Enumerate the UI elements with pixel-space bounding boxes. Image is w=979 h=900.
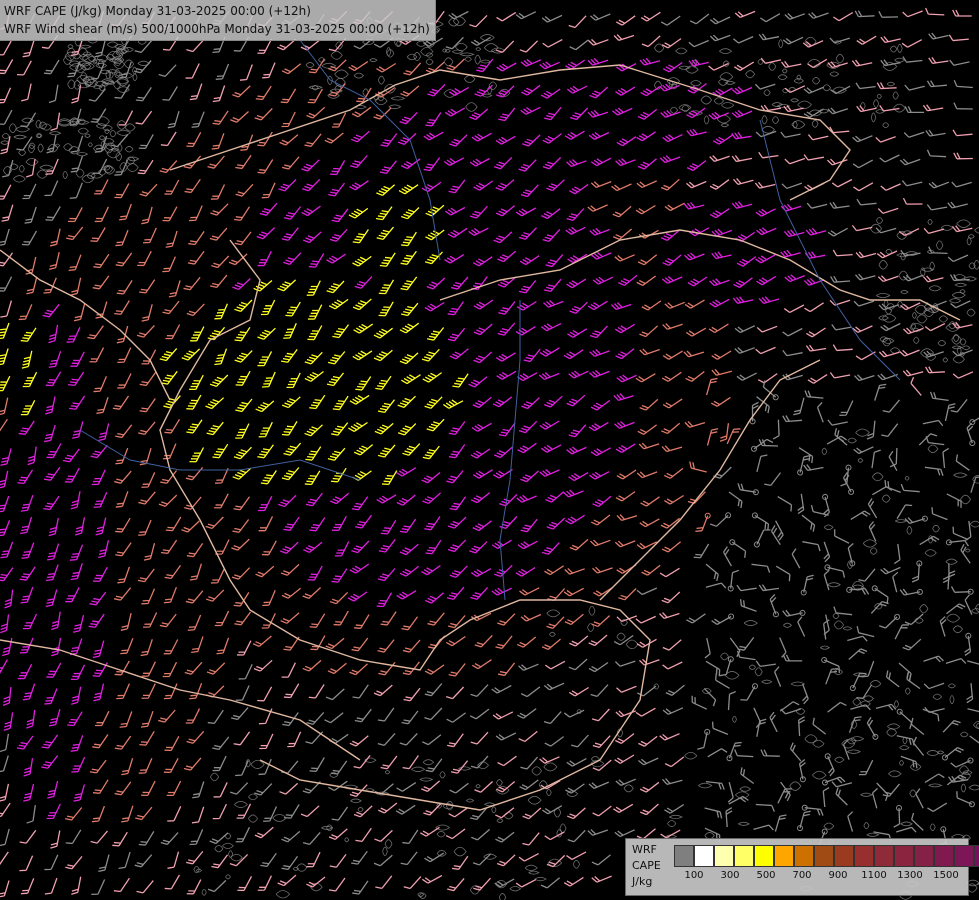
- legend-tick-label: 900: [828, 870, 848, 881]
- legend-tick-labels: 100 300 500 700 900 1100 1300 1500: [674, 870, 964, 884]
- shear-title: WRF Wind shear (m/s) 500/1000hPa Monday …: [4, 22, 430, 36]
- cape-legend: WRF CAPE J/kg 100 300 500 700 900 1100 1300 150…: [625, 838, 979, 896]
- country-border: [0, 249, 171, 401]
- geography-lines: [0, 39, 961, 811]
- legend-swatch: [914, 845, 934, 867]
- river: [499, 300, 521, 601]
- river: [79, 429, 361, 481]
- legend-tick-label: 1500: [933, 870, 959, 881]
- country-border: [159, 239, 651, 811]
- legend-swatch: [714, 845, 734, 867]
- legend-tick-label: 100: [684, 870, 704, 881]
- country-border: [599, 359, 821, 601]
- legend-swatch: [774, 845, 794, 867]
- legend-swatch: [854, 845, 874, 867]
- legend-tick-label: 1300: [897, 870, 923, 881]
- legend-swatch: [934, 845, 954, 867]
- country-border: [0, 639, 361, 761]
- river: [759, 119, 901, 381]
- country-border: [169, 64, 851, 201]
- legend-swatch: [754, 845, 774, 867]
- cape-title: WRF CAPE (J/kg) Monday 31-03-2025 00:00 …: [4, 4, 311, 18]
- legend-swatch: [694, 845, 714, 867]
- legend-color-scale: [674, 845, 979, 867]
- legend-tick-label: 700: [792, 870, 812, 881]
- legend-swatch: [894, 845, 914, 867]
- legend-swatch: [834, 845, 854, 867]
- legend-tick-label: 500: [756, 870, 776, 881]
- legend-swatch: [794, 845, 814, 867]
- weather-map: WRF CAPE (J/kg) Monday 31-03-2025 00:00 …: [0, 0, 979, 900]
- legend-unit-label: J/kg: [632, 875, 653, 888]
- legend-swatch: [814, 845, 834, 867]
- country-border: [439, 229, 961, 321]
- legend-model-label: WRF: [632, 843, 657, 856]
- legend-swatch: [874, 845, 894, 867]
- legend-tick-label: 300: [720, 870, 740, 881]
- legend-swatch: [734, 845, 754, 867]
- map-title-box: WRF CAPE (J/kg) Monday 31-03-2025 00:00 …: [0, 0, 436, 41]
- legend-swatch: [674, 845, 694, 867]
- legend-tick-label: 1100: [861, 870, 887, 881]
- legend-swatch: [954, 845, 974, 867]
- legend-field-label: CAPE: [632, 859, 661, 872]
- river: [299, 39, 441, 261]
- legend-swatch: [974, 845, 979, 867]
